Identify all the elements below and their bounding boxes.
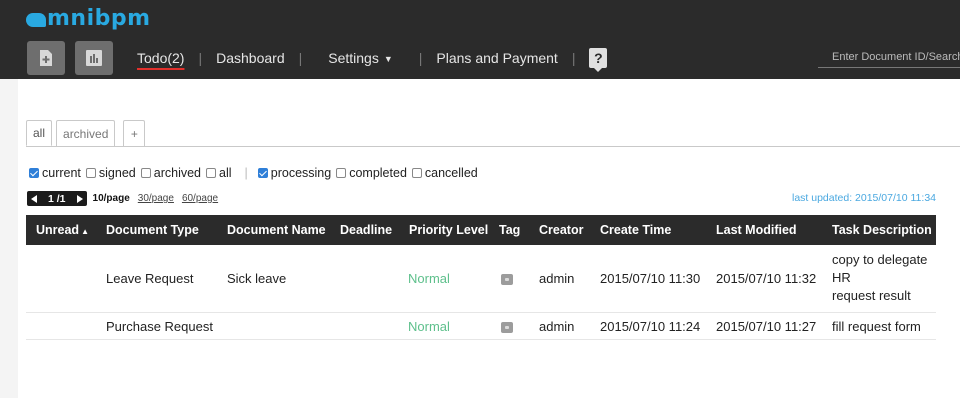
total-pages: /1 xyxy=(56,192,66,205)
nav-separator: | xyxy=(198,50,203,66)
checkbox-completed[interactable] xyxy=(336,168,347,178)
cell-last-modified: 2015/07/10 11:32 xyxy=(716,271,817,286)
folder-tabs: all archived + xyxy=(26,120,149,146)
per-page-30-link[interactable]: 30/page xyxy=(138,193,174,204)
omnibpm-logo[interactable]: mnibpm xyxy=(26,5,151,31)
filter-separator: | xyxy=(244,166,248,180)
cell-create-time: 2015/07/10 11:24 xyxy=(600,319,701,334)
tabs-divider xyxy=(26,146,960,147)
cell-tag[interactable] xyxy=(501,273,513,288)
table-row[interactable]: Purchase Request Normal admin 2015/07/10… xyxy=(26,313,936,340)
nav-settings[interactable]: Settings ▼ xyxy=(328,50,393,66)
table-row[interactable]: Leave Request Sick leave Normal admin 20… xyxy=(26,245,936,313)
main-nav: Todo(2) | Dashboard | Settings ▼ | Plans … xyxy=(137,48,608,72)
nav-todo[interactable]: Todo(2) xyxy=(137,50,184,66)
cell-document-type: Purchase Request xyxy=(106,319,213,334)
table-header: Unread ▲ Document Type Document Name Dead… xyxy=(26,215,936,245)
nav-settings-label: Settings xyxy=(328,50,379,66)
tag-icon xyxy=(501,274,513,285)
column-last-modified[interactable]: Last Modified xyxy=(716,223,797,237)
report-button[interactable] xyxy=(75,41,113,75)
cell-task-description: copy to delegate HR request result xyxy=(832,251,927,305)
pagination: 1 /1 10/page 30/page 60/page xyxy=(27,191,218,206)
tag-icon xyxy=(501,322,513,333)
column-unread[interactable]: Unread ▲ xyxy=(36,223,89,237)
filter-current[interactable]: current xyxy=(29,166,81,180)
page-navigator: 1 /1 xyxy=(27,191,87,206)
nav-plans-payment[interactable]: Plans and Payment xyxy=(436,50,557,66)
filter-bar: current signed archived all | processing… xyxy=(29,166,483,180)
cell-document-type: Leave Request xyxy=(106,271,194,286)
filter-archived[interactable]: archived xyxy=(140,166,201,180)
filter-cancelled[interactable]: cancelled xyxy=(411,166,478,180)
bar-chart-icon xyxy=(86,50,102,66)
current-page[interactable]: 1 xyxy=(48,193,54,205)
column-deadline[interactable]: Deadline xyxy=(340,223,392,237)
task-line: HR xyxy=(832,270,851,285)
cell-document-name: Sick leave xyxy=(227,271,287,286)
top-navigation-bar: mnibpm Todo(2) | Dashboard | Settings ▼ |… xyxy=(0,0,960,79)
filter-label: cancelled xyxy=(424,166,478,180)
tab-all[interactable]: all xyxy=(26,120,53,146)
filter-processing[interactable]: processing xyxy=(257,166,332,180)
cell-task-description: fill request form xyxy=(832,319,921,334)
cell-creator: admin xyxy=(539,271,575,286)
filter-label: signed xyxy=(98,166,136,180)
checkbox-current[interactable] xyxy=(29,168,39,178)
nav-separator: | xyxy=(571,50,576,66)
column-document-type[interactable]: Document Type xyxy=(106,223,199,237)
cell-priority: Normal xyxy=(408,319,450,334)
checkbox-archived[interactable] xyxy=(140,168,151,178)
filter-label: completed xyxy=(349,166,407,180)
filter-label: processing xyxy=(270,166,332,180)
caret-down-icon: ▼ xyxy=(383,54,393,64)
task-line: copy to delegate xyxy=(832,252,928,267)
per-page-current: 10/page xyxy=(92,193,130,204)
checkbox-cancelled[interactable] xyxy=(411,168,422,178)
main-content: all archived + current signed archived a… xyxy=(18,79,960,398)
checkbox-all[interactable] xyxy=(206,168,216,178)
per-page-60-link[interactable]: 60/page xyxy=(182,193,218,204)
cell-creator: admin xyxy=(539,319,575,334)
cell-priority: Normal xyxy=(408,271,450,286)
checkbox-signed[interactable] xyxy=(85,168,96,178)
filter-all[interactable]: all xyxy=(206,166,232,180)
column-label: Unread xyxy=(36,223,80,237)
document-search-input[interactable] xyxy=(818,46,960,68)
nav-separator: | xyxy=(298,50,303,66)
todo-table: Unread ▲ Document Type Document Name Dead… xyxy=(26,215,936,340)
filter-label: current xyxy=(42,166,81,180)
nav-dashboard[interactable]: Dashboard xyxy=(216,50,285,66)
logo-mark-icon xyxy=(26,13,46,27)
cell-last-modified: 2015/07/10 11:27 xyxy=(716,319,817,334)
column-priority-level[interactable]: Priority Level xyxy=(409,223,488,237)
nav-separator: | xyxy=(418,50,423,66)
last-updated-text: last updated: 2015/07/10 11:34 xyxy=(791,192,936,204)
column-document-name[interactable]: Document Name xyxy=(227,223,326,237)
filter-label: all xyxy=(219,166,232,180)
tab-archived[interactable]: archived xyxy=(56,120,116,146)
help-icon[interactable]: ? xyxy=(589,48,608,72)
task-line: request result xyxy=(832,288,911,303)
add-tab-button[interactable]: + xyxy=(123,120,146,146)
prev-page-icon[interactable] xyxy=(31,194,37,203)
new-document-button[interactable] xyxy=(27,41,65,75)
column-task-description[interactable]: Task Description xyxy=(832,223,932,237)
filter-signed[interactable]: signed xyxy=(85,166,136,180)
next-page-icon[interactable] xyxy=(76,194,83,203)
filter-label: archived xyxy=(153,166,201,180)
column-tag[interactable]: Tag xyxy=(499,223,520,237)
new-document-icon xyxy=(40,50,52,66)
filter-completed[interactable]: completed xyxy=(336,166,407,180)
column-creator[interactable]: Creator xyxy=(539,223,583,237)
cell-create-time: 2015/07/10 11:30 xyxy=(600,271,701,286)
cell-tag[interactable] xyxy=(501,321,513,336)
column-create-time[interactable]: Create Time xyxy=(600,223,671,237)
checkbox-processing[interactable] xyxy=(257,168,268,178)
logo-text: mnibpm xyxy=(47,5,151,31)
sort-asc-icon: ▲ xyxy=(81,227,89,236)
